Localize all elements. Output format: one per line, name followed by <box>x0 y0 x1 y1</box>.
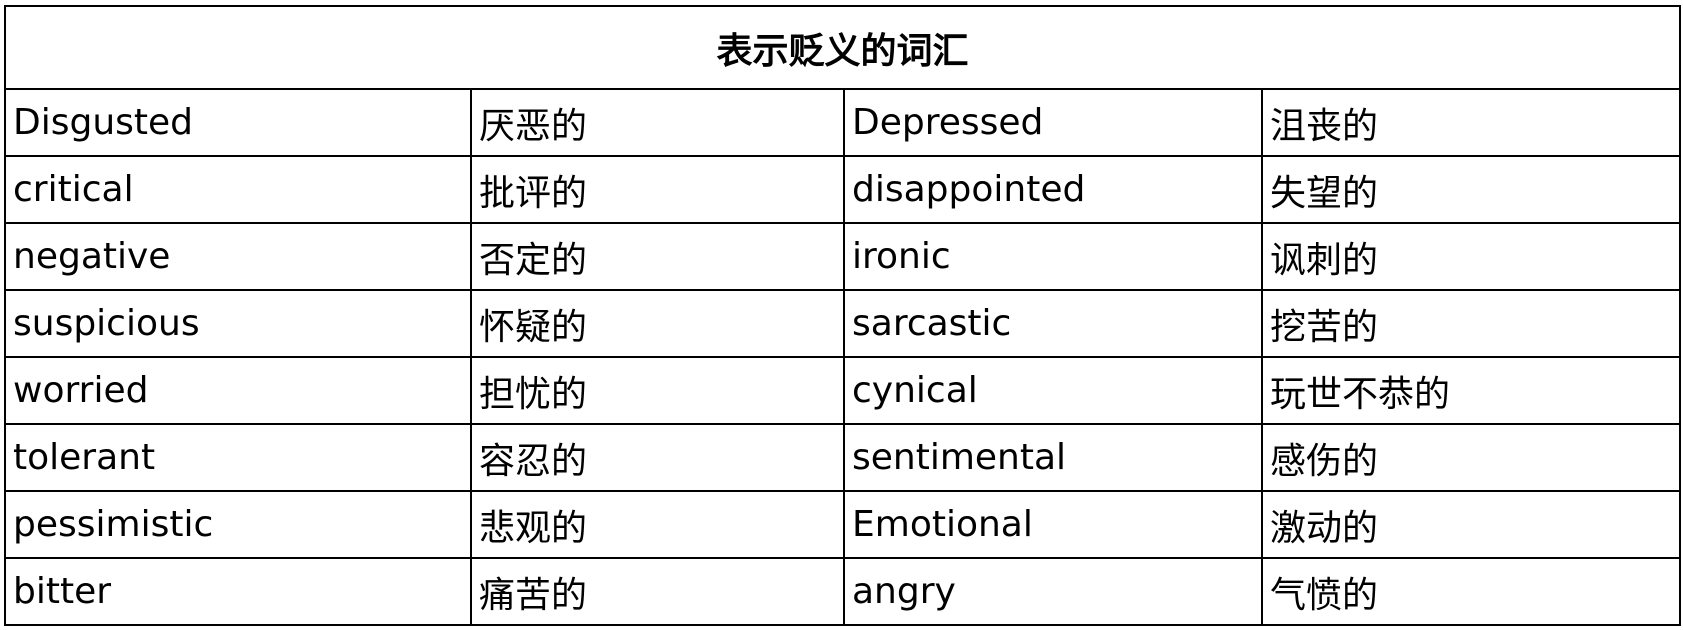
table-row: worried 担忧的 cynical 玩世不恭的 <box>4 356 1682 425</box>
english-word-cell: worried <box>4 356 472 425</box>
vocabulary-table: 表示贬义的词汇 Disgusted 厌恶的 Depressed 沮丧的 critical… <box>3 5 1682 626</box>
english-word-cell: suspicious <box>4 289 472 358</box>
english-word-cell: negative <box>4 222 472 291</box>
chinese-meaning-cell: 沮丧的 <box>1260 88 1682 157</box>
chinese-meaning-cell: 挖苦的 <box>1260 289 1682 358</box>
chinese-meaning-cell: 担忧的 <box>470 356 845 425</box>
chinese-meaning-cell: 痛苦的 <box>470 557 845 626</box>
table-row: negative 否定的 ironic 讽刺的 <box>4 222 1682 291</box>
english-word-cell: Depressed <box>843 88 1263 157</box>
table-row: bitter 痛苦的 angry 气愤的 <box>4 557 1682 626</box>
english-word-cell: sarcastic <box>843 289 1263 358</box>
chinese-meaning-cell: 怀疑的 <box>470 289 845 358</box>
chinese-meaning-cell: 讽刺的 <box>1260 222 1682 291</box>
table-row: Disgusted 厌恶的 Depressed 沮丧的 <box>4 88 1682 157</box>
table-row: pessimistic 悲观的 Emotional 激动的 <box>4 490 1682 559</box>
table-body: Disgusted 厌恶的 Depressed 沮丧的 critical 批评的 disap… <box>4 88 1682 626</box>
english-word-cell: disappointed <box>843 155 1263 224</box>
english-word-cell: tolerant <box>4 423 472 492</box>
chinese-meaning-cell: 激动的 <box>1260 490 1682 559</box>
table-row: tolerant 容忍的 sentimental 感伤的 <box>4 423 1682 492</box>
title-row: 表示贬义的词汇 <box>3 5 1682 90</box>
english-word-cell: angry <box>843 557 1263 626</box>
chinese-meaning-cell: 失望的 <box>1260 155 1682 224</box>
chinese-meaning-cell: 玩世不恭的 <box>1260 356 1682 425</box>
english-word-cell: ironic <box>843 222 1263 291</box>
table-row: suspicious 怀疑的 sarcastic 挖苦的 <box>4 289 1682 358</box>
english-word-cell: critical <box>4 155 472 224</box>
chinese-meaning-cell: 感伤的 <box>1260 423 1682 492</box>
table-title: 表示贬义的词汇 <box>3 5 1682 90</box>
english-word-cell: bitter <box>4 557 472 626</box>
english-word-cell: sentimental <box>843 423 1263 492</box>
chinese-meaning-cell: 气愤的 <box>1260 557 1682 626</box>
english-word-cell: pessimistic <box>4 490 472 559</box>
chinese-meaning-cell: 厌恶的 <box>470 88 845 157</box>
chinese-meaning-cell: 容忍的 <box>470 423 845 492</box>
english-word-cell: Disgusted <box>4 88 472 157</box>
chinese-meaning-cell: 否定的 <box>470 222 845 291</box>
english-word-cell: cynical <box>843 356 1263 425</box>
english-word-cell: Emotional <box>843 490 1263 559</box>
chinese-meaning-cell: 悲观的 <box>470 490 845 559</box>
table-row: critical 批评的 disappointed 失望的 <box>4 155 1682 224</box>
chinese-meaning-cell: 批评的 <box>470 155 845 224</box>
